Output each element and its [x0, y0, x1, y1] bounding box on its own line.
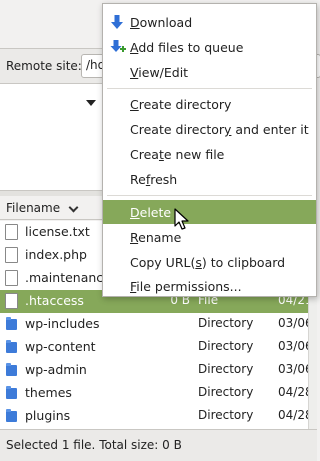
tree-expand-arrow-icon[interactable] [86, 100, 96, 106]
menu-item-label: Add files to queue [130, 40, 244, 55]
menu-item-copy-url[interactable]: Copy URL(s) to clipboard [103, 250, 316, 274]
menu-item-label: File permissions... [130, 279, 242, 294]
menu-item-label: Copy URL(s) to clipboard [130, 255, 286, 270]
mouse-pointer-icon [174, 208, 189, 230]
file-name: wp-includes [25, 316, 100, 331]
sort-chevron-down-icon[interactable] [68, 202, 79, 213]
table-row[interactable]: plugins Directory 04/28/ [0, 405, 317, 428]
menu-item-create-directory-enter[interactable]: Create directory and enter it [103, 117, 316, 141]
folder-icon [6, 317, 17, 330]
filezilla-window: Remote site: /ho Filename license.txt in… [0, 0, 320, 461]
folder-icon [6, 409, 17, 422]
remote-site-label: Remote site: [6, 59, 82, 73]
file-date: 03/06/ [278, 339, 308, 353]
menu-item-refresh[interactable]: Refresh [103, 167, 316, 191]
file-name: plugins [25, 408, 71, 423]
table-row[interactable]: wp-admin Directory 03/06/ [0, 359, 317, 382]
file-type: Directory [198, 362, 254, 376]
menu-item-label: Create new file [130, 147, 225, 162]
file-date: 03/06/ [278, 362, 308, 376]
menu-item-label: Refresh [130, 172, 178, 187]
menu-item-create-file[interactable]: Create new file [103, 142, 316, 166]
menu-item-label: Create directory and enter it [130, 122, 309, 137]
file-icon [5, 224, 18, 240]
menu-item-add-to-queue[interactable]: Add files to queue [103, 35, 316, 59]
table-row[interactable]: wp-includes Directory 03/06/ [0, 313, 317, 336]
menu-separator [107, 88, 312, 89]
table-row[interactable]: wp-content Directory 03/06/ [0, 336, 317, 359]
folder-icon [6, 363, 17, 376]
menu-item-label: Create directory [130, 97, 232, 112]
menu-item-create-directory[interactable]: Create directory [103, 92, 316, 116]
file-name: .htaccess [25, 293, 84, 308]
menu-item-delete[interactable]: Delete [103, 200, 316, 224]
file-type: Directory [198, 385, 254, 399]
menu-item-rename[interactable]: Rename [103, 225, 316, 249]
file-type: Directory [198, 408, 254, 422]
file-name: index.php [25, 247, 87, 262]
file-icon [5, 270, 18, 286]
menu-item-label: Rename [130, 230, 182, 245]
table-row[interactable]: themes Directory 04/28/ [0, 382, 317, 405]
status-text: Selected 1 file. Total size: 0 B [6, 438, 182, 452]
menu-item-view-edit[interactable]: View/Edit [103, 60, 316, 84]
status-bar: Selected 1 file. Total size: 0 B [0, 429, 317, 461]
menu-item-file-permissions[interactable]: File permissions... [103, 274, 316, 298]
add-to-queue-icon [110, 40, 126, 52]
file-icon [5, 293, 18, 309]
file-type: Directory [198, 316, 254, 330]
menu-item-label: View/Edit [130, 65, 189, 80]
file-name: themes [25, 385, 72, 400]
file-name: license.txt [25, 224, 90, 239]
menu-separator [107, 195, 312, 196]
file-name: .maintenance [25, 270, 111, 285]
menu-item-label: Download [130, 15, 193, 30]
menu-item-label: Delete [130, 205, 172, 220]
file-name: wp-admin [25, 362, 87, 377]
download-arrow-icon [111, 15, 123, 29]
file-icon [5, 247, 18, 263]
folder-icon [6, 386, 17, 399]
file-date: 03/06/ [278, 316, 308, 330]
file-date: 04/28/ [278, 385, 308, 399]
file-type: Directory [198, 339, 254, 353]
file-date: 04/28/ [278, 408, 308, 422]
column-header-filename[interactable]: Filename [6, 201, 60, 215]
context-menu: Download Add files to queue View/Edit Cr… [102, 3, 317, 297]
folder-icon [6, 340, 17, 353]
file-name: wp-content [25, 339, 96, 354]
menu-item-download[interactable]: Download [103, 10, 316, 34]
